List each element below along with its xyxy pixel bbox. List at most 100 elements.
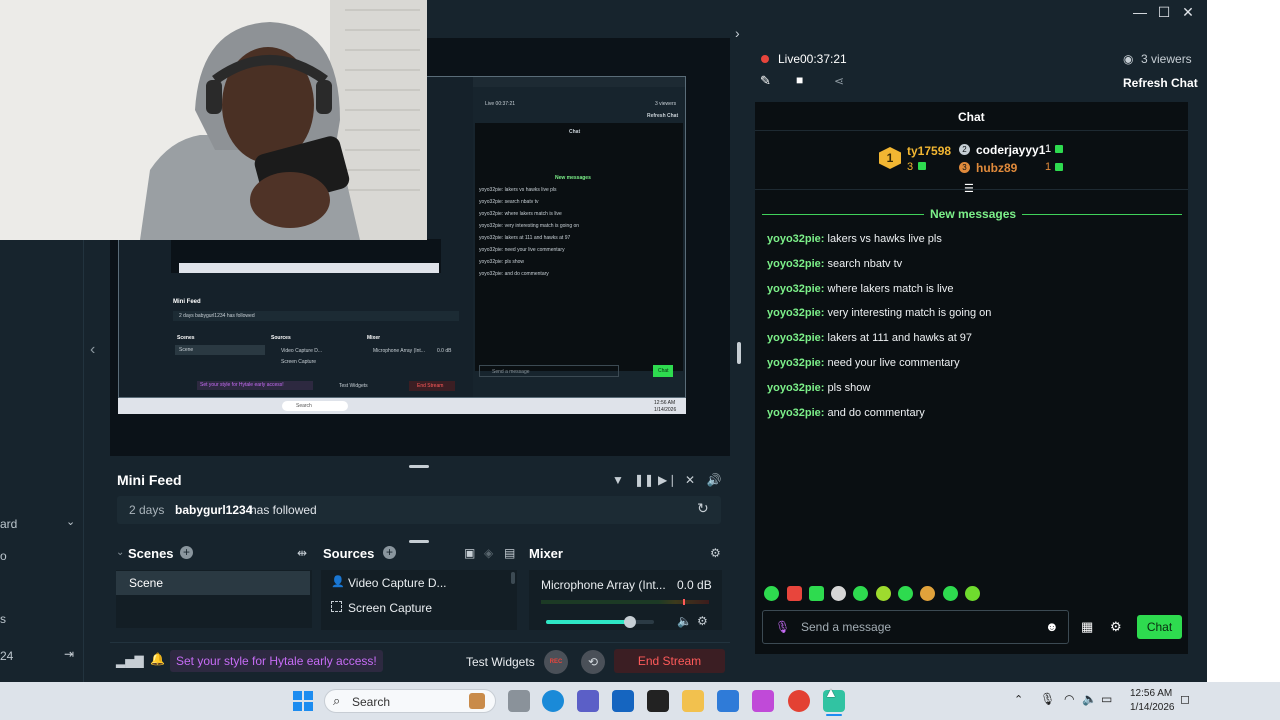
- collapse-sidebar-icon[interactable]: ⇥: [64, 647, 74, 661]
- collapse-scenes-icon[interactable]: ⌄: [116, 547, 124, 558]
- emote-icon[interactable]: [809, 586, 824, 601]
- speaker-icon[interactable]: 🔈: [1082, 692, 1097, 706]
- sidebar-label[interactable]: o: [0, 549, 7, 563]
- store-app-icon[interactable]: [717, 690, 739, 712]
- pause-icon[interactable]: ❚❚: [634, 472, 654, 488]
- maximize-button[interactable]: ☐: [1153, 2, 1175, 22]
- leaderboard-name[interactable]: ty17598: [907, 144, 951, 158]
- chat-input[interactable]: 🎙 Send a message ☻: [762, 610, 1069, 644]
- performance-icon[interactable]: ▂▅▇: [116, 654, 144, 668]
- chat-username[interactable]: yoyo32pie:: [767, 258, 824, 270]
- leaderboard-name[interactable]: coderjayyy1: [976, 143, 1045, 157]
- expand-sidebar-icon[interactable]: ‹: [90, 340, 102, 360]
- battery-icon[interactable]: ▭: [1101, 692, 1112, 706]
- chat-username[interactable]: yoyo32pie:: [767, 407, 824, 419]
- chevron-down-icon[interactable]: ⌄: [66, 515, 75, 528]
- amazon-icon[interactable]: [647, 690, 669, 712]
- show-hidden-icons[interactable]: ⌃: [1014, 693, 1023, 706]
- microsoft365-icon[interactable]: [752, 690, 774, 712]
- pane-resize-handle[interactable]: [737, 342, 741, 364]
- share-icon[interactable]: ⋖: [834, 74, 844, 88]
- add-scene-icon[interactable]: +: [180, 546, 193, 559]
- filter-icon[interactable]: ▼: [610, 472, 626, 488]
- sidebar-label[interactable]: s: [0, 612, 6, 626]
- mute-mic-icon[interactable]: 🔈: [677, 614, 692, 628]
- device-settings-icon[interactable]: ⚙: [697, 614, 708, 628]
- notifications-icon[interactable]: 🔔: [150, 652, 165, 666]
- edge-icon[interactable]: [542, 690, 564, 712]
- teams-icon[interactable]: [577, 690, 599, 712]
- microphone-tray-icon[interactable]: 🎙: [1040, 692, 1055, 706]
- mute-alerts-icon[interactable]: ✕: [682, 472, 698, 488]
- sidebar-label[interactable]: 24: [0, 649, 13, 663]
- scene-transitions-icon[interactable]: ⇹: [297, 546, 307, 560]
- minimize-button[interactable]: —: [1129, 2, 1151, 22]
- dock-resize-handle[interactable]: [409, 540, 429, 543]
- emote-icon[interactable]: [764, 586, 779, 601]
- add-source-icon[interactable]: +: [383, 546, 396, 559]
- taskbar-search[interactable]: ⌕ Search: [324, 689, 496, 713]
- nested-line: yoyo32pie: very interesting match is goi…: [479, 223, 580, 229]
- emote-icon[interactable]: [920, 586, 935, 601]
- chat-username[interactable]: yoyo32pie:: [767, 307, 824, 319]
- feed-user[interactable]: babygurl1234: [175, 503, 252, 517]
- wifi-icon[interactable]: ◠: [1064, 692, 1074, 706]
- emote-icon[interactable]: [831, 586, 846, 601]
- taskbar-clock[interactable]: 12:56 AM: [1130, 688, 1172, 699]
- sidebar-label[interactable]: ard: [0, 517, 17, 531]
- collapse-leaderboard-icon[interactable]: ☰: [964, 182, 974, 195]
- test-widgets-button[interactable]: Test Widgets: [466, 655, 535, 669]
- emoji-icon[interactable]: ☻: [1045, 619, 1059, 634]
- taskbar-date[interactable]: 1/14/2026: [1130, 702, 1175, 713]
- refresh-chat-button[interactable]: Refresh Chat: [1123, 76, 1198, 90]
- notification-center-icon[interactable]: ◻: [1180, 692, 1190, 706]
- mixer-settings-icon[interactable]: ⚙: [710, 546, 721, 560]
- screen-capture-icon: [331, 601, 342, 612]
- source-item[interactable]: 👤 Video Capture D...: [321, 572, 507, 594]
- end-stream-button[interactable]: End Stream: [614, 649, 725, 673]
- volume-icon[interactable]: 🔊: [706, 472, 722, 488]
- chat-username[interactable]: yoyo32pie:: [767, 233, 824, 245]
- task-view-icon[interactable]: [508, 690, 530, 712]
- skip-icon[interactable]: ▶❘: [658, 472, 677, 488]
- store-icon[interactable]: ▦: [1081, 619, 1093, 635]
- source-window-icon[interactable]: ▣: [464, 546, 475, 560]
- chat-username[interactable]: yoyo32pie:: [767, 357, 824, 369]
- source-item[interactable]: Screen Capture: [321, 597, 507, 619]
- send-chat-button[interactable]: Chat: [1137, 615, 1182, 639]
- source-item-label: Video Capture D...: [348, 576, 447, 590]
- nested-taskbar: Search 12:56 AM 1/14/2026: [118, 398, 686, 414]
- leaderboard-name[interactable]: hubz89: [976, 161, 1017, 175]
- emote-icon[interactable]: [965, 586, 980, 601]
- add-folder-icon[interactable]: ▤: [504, 546, 515, 560]
- chat-username[interactable]: yoyo32pie:: [767, 382, 824, 394]
- edit-stream-info-icon[interactable]: ✎: [760, 73, 771, 89]
- sources-scrollbar[interactable]: [511, 572, 515, 584]
- emote-icon[interactable]: [898, 586, 913, 601]
- scene-item[interactable]: Scene: [116, 571, 310, 595]
- emote-icon[interactable]: [787, 586, 802, 601]
- repeat-alert-icon[interactable]: ↻: [697, 500, 709, 517]
- emote-icon[interactable]: [876, 586, 891, 601]
- source-group-icon[interactable]: ◈: [484, 546, 493, 560]
- promo-banner[interactable]: Set your style for Hytale early access!: [170, 650, 383, 672]
- start-button[interactable]: [293, 691, 313, 711]
- record-button[interactable]: REC: [544, 650, 568, 674]
- chrome-icon[interactable]: [788, 690, 810, 712]
- volume-slider[interactable]: [546, 616, 654, 628]
- replay-buffer-button[interactable]: ⟲: [581, 650, 605, 674]
- emote-icon[interactable]: [853, 586, 868, 601]
- file-explorer-icon[interactable]: [682, 690, 704, 712]
- clip-camera-icon[interactable]: ■: [796, 73, 803, 87]
- microphone-icon[interactable]: 🎙: [775, 620, 790, 634]
- dock-resize-handle[interactable]: [409, 465, 429, 468]
- outlook-icon[interactable]: [612, 690, 634, 712]
- search-icon: ⌕: [333, 693, 341, 708]
- emote-icon[interactable]: [943, 586, 958, 601]
- chat-settings-icon[interactable]: ⚙: [1110, 619, 1122, 635]
- chat-username[interactable]: yoyo32pie:: [767, 283, 824, 295]
- close-button[interactable]: ✕: [1177, 2, 1199, 22]
- collapse-chat-icon[interactable]: ›: [735, 24, 749, 42]
- chat-username[interactable]: yoyo32pie:: [767, 332, 824, 344]
- volume-slider-knob[interactable]: [624, 616, 636, 628]
